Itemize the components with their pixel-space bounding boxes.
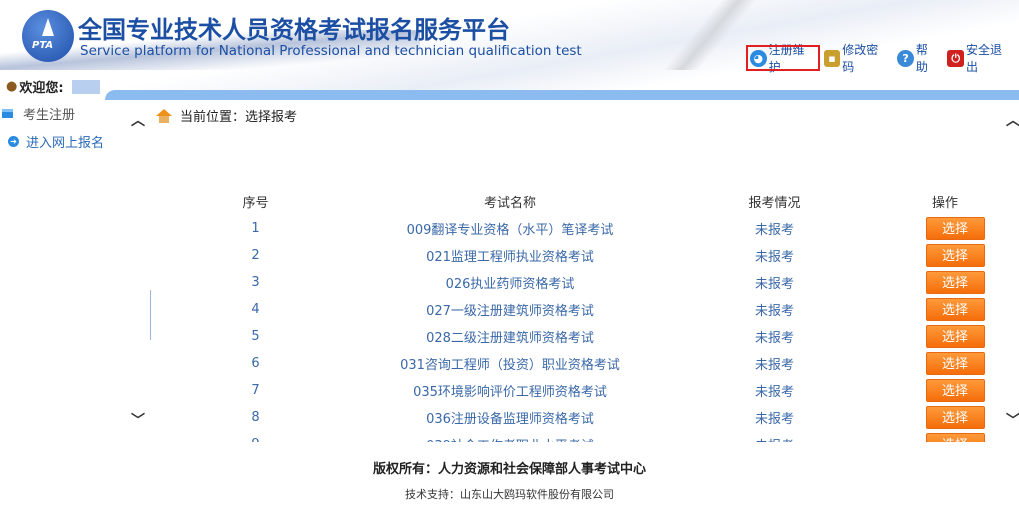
- breadcrumb: 当前位置：选择报考: [156, 106, 297, 125]
- table-row: 9 039社会工作者职业水平考试 未报考 选择: [150, 431, 1000, 442]
- link-label: 注册维护: [768, 43, 805, 74]
- copyright: 版权所有：人力资源和社会保障部人事考试中心: [372, 462, 646, 477]
- table-row: 8 036注册设备监理师资格考试 未报考 选择: [150, 404, 1000, 431]
- sidebar-item-online-registration[interactable]: ➜ 进入网上报名: [0, 132, 150, 151]
- nav-bar: [105, 90, 1019, 100]
- sidebar-scroll-down-icon[interactable]: ﹀: [131, 410, 145, 430]
- table-row: 3 026执业药师资格考试 未报考 选择: [150, 269, 1000, 296]
- select-button[interactable]: 选择: [925, 271, 985, 294]
- exam-name: 026执业药师资格考试: [445, 277, 575, 292]
- site-title: 全国专业技术人员资格考试报名服务平台: [78, 16, 510, 44]
- col-action: 操作: [931, 196, 958, 211]
- action-cell: 选择: [890, 431, 1000, 442]
- row-no: 8: [251, 410, 260, 425]
- row-no: 1: [251, 221, 260, 236]
- status: 未报考: [754, 250, 794, 265]
- action-cell: 选择: [890, 377, 1000, 404]
- status: 未报考: [754, 277, 794, 292]
- row-no: 7: [251, 383, 260, 398]
- section-icon: [2, 108, 13, 118]
- col-status: 报考情况: [748, 196, 801, 211]
- header: PTA 全国专业技术人员资格考试报名服务平台 Service platform …: [0, 0, 1019, 90]
- sidebar-section[interactable]: 考生注册: [0, 104, 150, 123]
- status: 未报考: [754, 223, 794, 238]
- action-cell: 选择: [890, 350, 1000, 377]
- status: 未报考: [754, 331, 794, 346]
- table-row: 1 009翻译专业资格（水平）笔译考试 未报考 选择: [150, 215, 1000, 242]
- home-icon: [156, 108, 172, 123]
- status: 未报考: [659, 431, 890, 442]
- lock-icon: ▪: [823, 49, 841, 67]
- select-button[interactable]: 选择: [925, 433, 985, 442]
- link-label: 安全退出: [966, 43, 1003, 74]
- pta-logo: PTA: [22, 10, 74, 62]
- exam-name: 035环境影响评价工程师资格考试: [413, 385, 607, 400]
- exam-table: 序号 考试名称 报考情况 操作 1 009翻译专业资格（水平）笔译考试 未报考 …: [150, 188, 1000, 442]
- action-cell: 选择: [890, 215, 1000, 242]
- link-label: 修改密码: [842, 43, 879, 74]
- top-links: ◕ 注册维护 ▪ 修改密码 ? 帮助 ⏻ 安全退出: [746, 43, 1019, 74]
- row-no: 4: [251, 302, 260, 317]
- site-subtitle: Service platform for National Profession…: [80, 43, 582, 59]
- col-no: 序号: [242, 196, 269, 211]
- select-button[interactable]: 选择: [925, 325, 985, 348]
- exam-name: 021监理工程师执业资格考试: [426, 250, 594, 265]
- user-name-redacted: [71, 79, 100, 94]
- table-row: 6 031咨询工程师（投资）职业资格考试 未报考 选择: [150, 350, 1000, 377]
- change-password-link[interactable]: ▪ 修改密码: [822, 43, 892, 74]
- help-link[interactable]: ? 帮助: [895, 43, 941, 74]
- help-icon: ?: [897, 49, 914, 67]
- row-no: 2: [251, 248, 260, 263]
- action-cell: 选择: [890, 242, 1000, 269]
- sidebar: 考生注册 ➜ 进入网上报名: [0, 104, 150, 151]
- tech-support: 技术支持：山东山大鸥玛软件股份有限公司: [405, 488, 614, 501]
- exam-name: 009翻译专业资格（水平）笔译考试: [406, 223, 614, 238]
- power-icon: ⏻: [947, 49, 965, 67]
- action-cell: 选择: [890, 296, 1000, 323]
- section-label: 考生注册: [23, 107, 76, 123]
- select-button[interactable]: 选择: [925, 298, 985, 321]
- logout-link[interactable]: ⏻ 安全退出: [945, 43, 1015, 74]
- col-name: 考试名称: [483, 196, 536, 211]
- select-button[interactable]: 选择: [925, 352, 985, 375]
- exam-name: 027一级注册建筑师资格考试: [426, 304, 594, 319]
- select-button[interactable]: 选择: [925, 406, 985, 429]
- exam-name: 036注册设备监理师资格考试: [426, 412, 594, 427]
- action-cell: 选择: [890, 323, 1000, 350]
- select-button[interactable]: 选择: [925, 244, 985, 267]
- welcome-label: 欢迎您:: [19, 81, 64, 96]
- globe-icon: ◕: [750, 49, 767, 67]
- row-no: 3: [251, 275, 260, 290]
- link-label: 帮助: [915, 43, 928, 74]
- status: 未报考: [754, 358, 794, 373]
- select-button[interactable]: 选择: [925, 217, 985, 240]
- action-cell: 选择: [890, 404, 1000, 431]
- select-button[interactable]: 选择: [925, 379, 985, 402]
- item-label: 进入网上报名: [26, 136, 105, 151]
- row-no: 6: [251, 356, 260, 371]
- row-no: 9: [150, 431, 361, 442]
- content-scroll-up-icon[interactable]: ︿: [1006, 110, 1019, 130]
- table-row: 7 035环境影响评价工程师资格考试 未报考 选择: [150, 377, 1000, 404]
- table-header: 序号 考试名称 报考情况 操作: [150, 188, 1000, 215]
- table-row: 2 021监理工程师执业资格考试 未报考 选择: [150, 242, 1000, 269]
- status: 未报考: [754, 412, 794, 427]
- status: 未报考: [754, 385, 794, 400]
- user-icon: ●: [6, 79, 18, 94]
- exam-name: 039社会工作者职业水平考试: [361, 431, 659, 442]
- content-scroll-down-icon[interactable]: ﹀: [1006, 410, 1019, 430]
- register-maintenance-link[interactable]: ◕ 注册维护: [746, 43, 820, 74]
- exam-name: 028二级注册建筑师资格考试: [426, 331, 594, 346]
- table-row: 4 027一级注册建筑师资格考试 未报考 选择: [150, 296, 1000, 323]
- welcome: ● 欢迎您:: [6, 77, 100, 96]
- arrow-right-icon: ➜: [8, 136, 19, 147]
- sidebar-scroll-up-icon[interactable]: ︿: [131, 110, 145, 130]
- table-row: 5 028二级注册建筑师资格考试 未报考 选择: [150, 323, 1000, 350]
- exam-name: 031咨询工程师（投资）职业资格考试: [400, 358, 620, 373]
- status: 未报考: [754, 304, 794, 319]
- row-no: 5: [251, 329, 260, 344]
- breadcrumb-text: 当前位置：选择报考: [180, 110, 298, 125]
- action-cell: 选择: [890, 269, 1000, 296]
